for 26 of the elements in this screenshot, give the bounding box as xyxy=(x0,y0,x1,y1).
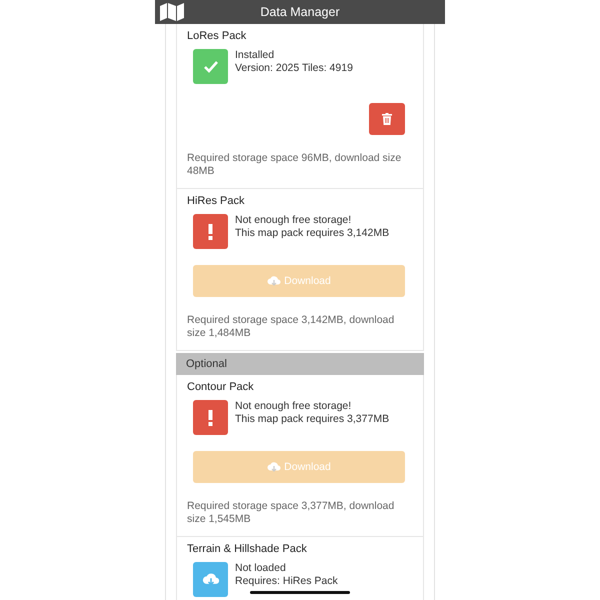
status-text: Installed xyxy=(235,49,276,62)
delete-button[interactable] xyxy=(369,103,405,135)
trash-icon xyxy=(382,113,392,125)
pack-title: HiRes Pack xyxy=(187,195,246,207)
section-title: Optional xyxy=(186,358,227,370)
cloud-download-icon xyxy=(267,461,282,473)
exclamation-icon xyxy=(208,410,213,426)
checkmark-icon xyxy=(202,60,218,73)
status-text: Not enough free storage! xyxy=(235,400,352,413)
exclamation-icon xyxy=(208,224,213,240)
cloud-download-icon xyxy=(202,572,220,587)
status-text: Requires: HiRes Pack xyxy=(235,575,338,588)
status-text: Not loaded xyxy=(235,562,287,575)
cloud-download-icon xyxy=(267,275,282,287)
status-text: Version: 2025 Tiles: 4919 xyxy=(235,62,353,75)
pack-title: LoRes Pack xyxy=(187,30,248,42)
header-title: Data Manager xyxy=(260,5,340,19)
pack-title: Contour Pack xyxy=(187,381,255,393)
pack-title: Terrain & Hillshade Pack xyxy=(187,543,308,555)
status-text: This map pack requires 3,377MB xyxy=(235,413,390,426)
map-icon[interactable] xyxy=(159,3,185,21)
storage-note: Required storage space 96MB, download size 48MB xyxy=(187,152,402,178)
status-text: This map pack requires 3,142MB xyxy=(235,227,390,240)
storage-note: Required storage space 3,377MB, download size 1,545MB xyxy=(187,500,396,526)
status-text: Not enough free storage! xyxy=(235,214,352,227)
storage-note: Required storage space 3,142MB, download size 1,484MB xyxy=(187,314,396,340)
